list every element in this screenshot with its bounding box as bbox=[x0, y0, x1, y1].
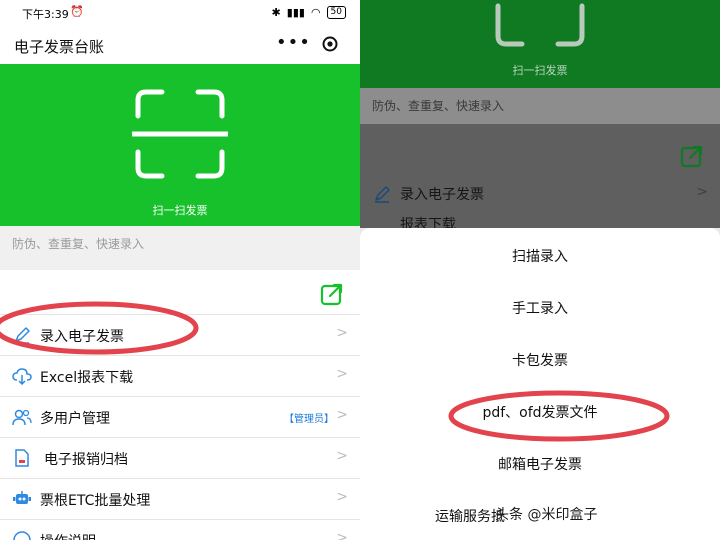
menu-label: 票根ETC批量处理 bbox=[40, 493, 151, 509]
scan-icon[interactable] bbox=[132, 86, 228, 182]
admin-badge: 【管理员】 bbox=[284, 414, 334, 425]
wifi-icon: ◠ bbox=[310, 6, 321, 19]
alarm-icon: ⏰ bbox=[70, 5, 84, 18]
status-time: 下午3:39 bbox=[22, 8, 69, 21]
scan-icon bbox=[495, 3, 585, 47]
share-export-icon[interactable] bbox=[320, 282, 344, 306]
chevron-right-icon: > bbox=[336, 530, 348, 540]
scan-banner[interactable]: 扫一扫发票 bbox=[0, 64, 360, 226]
chevron-right-icon: > bbox=[336, 366, 348, 382]
tagline: 防伪、查重复、快速录入 bbox=[0, 226, 360, 262]
chevron-right-icon: > bbox=[696, 184, 708, 200]
option-manual-entry[interactable]: 手工录入 bbox=[360, 298, 720, 318]
nav-bar: 电子发票台账 ••• bbox=[0, 24, 360, 64]
status-bar: 下午3:39 ⏰ ✱ ▮▮▮ ◠ 50 bbox=[0, 0, 360, 24]
pencil-icon bbox=[15, 327, 30, 344]
menu-item-record-invoice[interactable]: 录入电子发票 > bbox=[0, 314, 360, 355]
left-screen: 下午3:39 ⏰ ✱ ▮▮▮ ◠ 50 电子发票台账 ••• 扫一扫发票 防伪、… bbox=[0, 0, 360, 540]
option-email-invoice[interactable]: 邮箱电子发票 bbox=[360, 454, 720, 474]
menu-item-multi-user[interactable]: 多用户管理 【管理员】 > bbox=[0, 396, 360, 437]
share-export-icon bbox=[680, 145, 703, 168]
menu-label: Excel报表下载 bbox=[40, 370, 134, 386]
option-card-wallet[interactable]: 卡包发票 bbox=[360, 350, 720, 370]
scan-banner-dimmed: 扫一扫发票 bbox=[360, 0, 720, 88]
menu-label: 电子报销归档 bbox=[44, 452, 128, 468]
chevron-right-icon: > bbox=[336, 489, 348, 505]
signal-icon: ▮▮▮ bbox=[286, 6, 305, 19]
scan-label: 扫一扫发票 bbox=[152, 204, 208, 217]
menu-item-reimbursement-archive[interactable]: 电子报销归档 > bbox=[0, 437, 360, 478]
pencil-icon bbox=[375, 186, 390, 203]
help-icon bbox=[13, 531, 31, 540]
close-miniprogram-icon[interactable] bbox=[322, 36, 338, 52]
export-row bbox=[360, 124, 720, 180]
menu-label: 操作说明 bbox=[40, 531, 96, 540]
menu-label: 录入电子发票 bbox=[40, 329, 124, 345]
tagline: 防伪、查重复、快速录入 bbox=[360, 88, 720, 124]
option-scan-entry[interactable]: 扫描录入 bbox=[360, 246, 720, 266]
scan-label: 扫一扫发票 bbox=[512, 64, 568, 77]
battery-icon: 50 bbox=[326, 6, 346, 19]
menu-label: 录入电子发票 bbox=[400, 187, 484, 203]
watermark: 头条 @米印盒子 bbox=[495, 507, 598, 523]
menu-item-record-invoice: 录入电子发票 > 报表下载 bbox=[360, 180, 720, 233]
page-title: 电子发票台账 bbox=[14, 38, 105, 56]
chevron-right-icon: > bbox=[336, 448, 348, 464]
export-row bbox=[0, 270, 360, 314]
more-icon[interactable]: ••• bbox=[276, 32, 311, 53]
chevron-right-icon: > bbox=[336, 325, 348, 341]
action-sheet: 扫描录入 手工录入 卡包发票 pdf、ofd发票文件 邮箱电子发票 运输服务抵 … bbox=[360, 228, 720, 540]
menu-item-excel-download[interactable]: Excel报表下载 > bbox=[0, 355, 360, 396]
document-icon bbox=[15, 449, 29, 467]
users-icon bbox=[12, 409, 32, 426]
bluetooth-icon: ✱ bbox=[271, 6, 281, 19]
menu-item-etc-batch[interactable]: 票根ETC批量处理 > bbox=[0, 478, 360, 519]
cloud-download-icon bbox=[12, 368, 32, 386]
robot-icon bbox=[13, 491, 31, 504]
right-screen: 扫一扫发票 防伪、查重复、快速录入 录入电子发票 > 报表下载 扫描录入 手工录… bbox=[360, 0, 720, 540]
option-pdf-ofd-file[interactable]: pdf、ofd发票文件 bbox=[360, 402, 720, 422]
menu-label: 多用户管理 bbox=[40, 411, 110, 427]
chevron-right-icon: > bbox=[336, 407, 348, 423]
menu-item-instructions[interactable]: 操作说明 > bbox=[0, 519, 360, 540]
